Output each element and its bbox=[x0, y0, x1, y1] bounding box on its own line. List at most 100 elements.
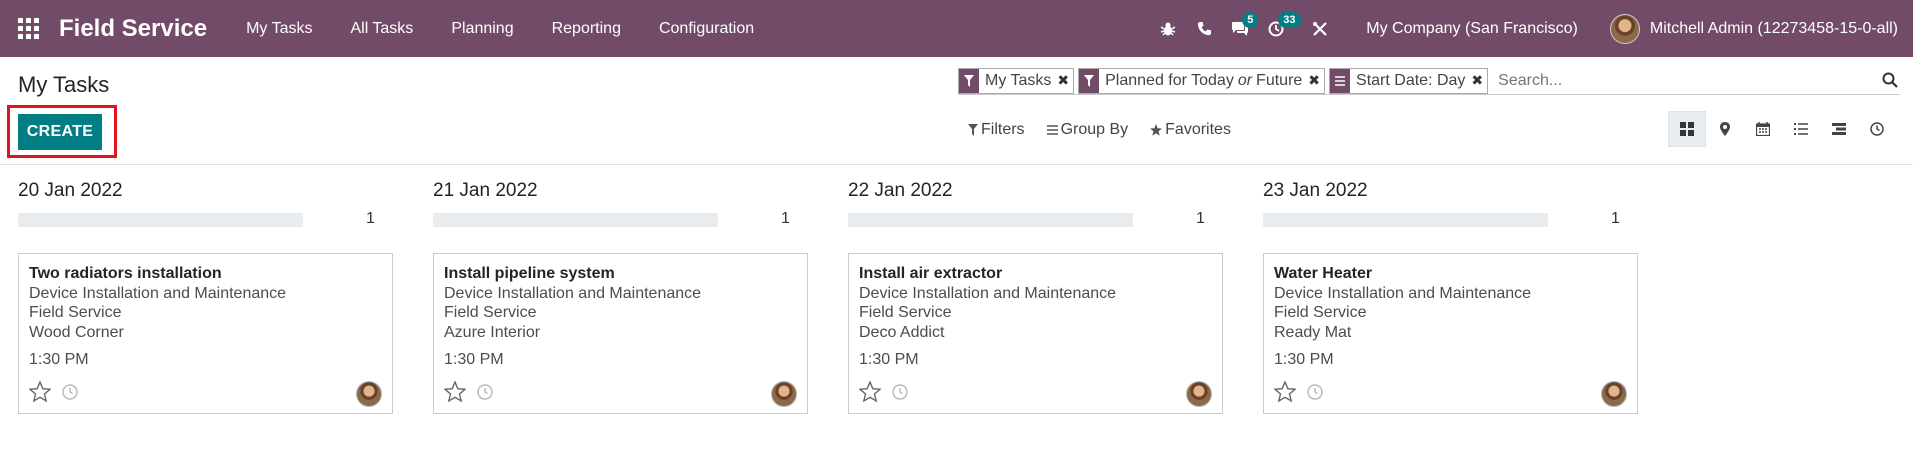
favorites-label: Favorites bbox=[1165, 121, 1231, 138]
filter-icon bbox=[959, 68, 979, 93]
column-title[interactable]: 20 Jan 2022 bbox=[18, 180, 123, 202]
card-service: Field Service bbox=[859, 304, 952, 321]
messages-badge: 5 bbox=[1242, 12, 1259, 28]
activity-clock-icon[interactable] bbox=[477, 384, 493, 405]
card-time: 1:30 PM bbox=[1274, 351, 1334, 368]
card-time: 1:30 PM bbox=[29, 351, 89, 368]
column-progress-bar[interactable] bbox=[1263, 213, 1548, 227]
card-project: Device Installation and Maintenance bbox=[859, 285, 1117, 302]
search-icon[interactable] bbox=[1882, 72, 1898, 93]
user-name: Mitchell Admin (12273458-15-0-all) bbox=[1649, 19, 1898, 37]
menu-configuration[interactable]: Configuration bbox=[640, 20, 773, 38]
search-bar: My Tasks ✖ Planned for Today or Future ✖… bbox=[958, 67, 1900, 95]
control-panel: My Tasks CREATE My Tasks ✖ Planned for T… bbox=[0, 57, 1913, 165]
menu-all-tasks[interactable]: All Tasks bbox=[331, 20, 432, 38]
card-project: Device Installation and Maintenance bbox=[1274, 285, 1532, 302]
list-view-icon[interactable] bbox=[1782, 111, 1820, 147]
top-navbar: Field Service My Tasks All Tasks Plannin… bbox=[0, 0, 1913, 57]
column-count: 1 bbox=[366, 210, 375, 227]
main-menu: My Tasks All Tasks Planning Reporting Co… bbox=[227, 20, 773, 38]
search-input[interactable] bbox=[1492, 68, 1900, 93]
favorites-dropdown[interactable]: Favorites bbox=[1150, 121, 1231, 139]
column-count: 1 bbox=[1196, 210, 1205, 227]
assignee-avatar[interactable] bbox=[1601, 381, 1627, 407]
map-pin-icon[interactable] bbox=[1706, 111, 1744, 147]
card-customer: Deco Addict bbox=[859, 324, 945, 341]
star-icon[interactable] bbox=[443, 380, 467, 407]
activities-badge: 33 bbox=[1278, 12, 1301, 28]
menu-reporting[interactable]: Reporting bbox=[533, 20, 640, 38]
bug-icon[interactable] bbox=[1150, 0, 1186, 57]
activity-clock-icon[interactable] bbox=[1307, 384, 1323, 405]
card-title: Two radiators installation bbox=[29, 265, 222, 282]
apps-grid-icon[interactable] bbox=[17, 18, 39, 40]
group-by-icon bbox=[1330, 68, 1351, 93]
clock-icon[interactable]: 33 bbox=[1258, 0, 1301, 57]
column-title[interactable]: 21 Jan 2022 bbox=[433, 180, 538, 202]
card-title: Install pipeline system bbox=[444, 265, 615, 282]
activity-view-icon[interactable] bbox=[1858, 111, 1896, 147]
star-icon bbox=[1150, 124, 1163, 136]
activity-clock-icon[interactable] bbox=[62, 384, 78, 405]
filters-dropdown[interactable]: Filters bbox=[968, 121, 1025, 139]
facet-label-part: Planned for Today bbox=[1105, 71, 1234, 89]
activity-clock-icon[interactable] bbox=[892, 384, 908, 405]
assignee-avatar[interactable] bbox=[1186, 381, 1212, 407]
search-options: Filters Group By Favorites bbox=[968, 121, 1253, 139]
filters-label: Filters bbox=[981, 121, 1025, 138]
column-progress-bar[interactable] bbox=[848, 213, 1133, 227]
facet-label: Start Date: Day bbox=[1356, 71, 1466, 89]
menu-planning[interactable]: Planning bbox=[432, 20, 532, 38]
close-icon[interactable] bbox=[1302, 0, 1338, 57]
group-by-dropdown[interactable]: Group By bbox=[1046, 121, 1128, 139]
kanban-card[interactable]: Two radiators installation Device Instal… bbox=[18, 253, 393, 414]
gantt-view-icon[interactable] bbox=[1820, 111, 1858, 147]
chat-icon[interactable]: 5 bbox=[1222, 0, 1259, 57]
facet-remove-icon[interactable]: ✖ bbox=[1057, 69, 1073, 93]
column-title[interactable]: 22 Jan 2022 bbox=[848, 180, 953, 202]
kanban-view-icon[interactable] bbox=[1668, 111, 1706, 147]
facet-label-or: or bbox=[1237, 71, 1253, 89]
facet-remove-icon[interactable]: ✖ bbox=[1471, 69, 1487, 93]
card-title: Water Heater bbox=[1274, 265, 1373, 282]
card-service: Field Service bbox=[1274, 304, 1367, 321]
facet-my-tasks: My Tasks ✖ bbox=[958, 67, 1075, 94]
assignee-avatar[interactable] bbox=[771, 381, 797, 407]
kanban-card[interactable]: Install pipeline system Device Installat… bbox=[433, 253, 808, 414]
card-service: Field Service bbox=[444, 304, 537, 321]
card-time: 1:30 PM bbox=[859, 351, 919, 368]
navbar-systray: 5 33 My Company (San Francisco) Mitchell… bbox=[1150, 0, 1913, 57]
page-title: My Tasks bbox=[18, 72, 110, 97]
assignee-avatar[interactable] bbox=[356, 381, 382, 407]
app-brand[interactable]: Field Service bbox=[59, 15, 207, 43]
phone-icon[interactable] bbox=[1186, 0, 1222, 57]
facet-label: Planned for Today or Future bbox=[1099, 69, 1308, 93]
facet-planned: Planned for Today or Future ✖ bbox=[1078, 67, 1326, 94]
column-title[interactable]: 23 Jan 2022 bbox=[1263, 180, 1368, 202]
company-switcher[interactable]: My Company (San Francisco) bbox=[1366, 20, 1578, 38]
kanban-card[interactable]: Water Heater Device Installation and Mai… bbox=[1263, 253, 1638, 414]
star-icon[interactable] bbox=[858, 380, 882, 407]
facet-start-date: Start Date: Day ✖ bbox=[1329, 67, 1489, 94]
card-customer: Wood Corner bbox=[29, 324, 124, 341]
facet-remove-icon[interactable]: ✖ bbox=[1308, 69, 1324, 93]
view-switcher bbox=[1668, 111, 1896, 147]
create-button[interactable]: CREATE bbox=[18, 114, 102, 150]
card-service: Field Service bbox=[29, 304, 122, 321]
menu-my-tasks[interactable]: My Tasks bbox=[227, 20, 331, 38]
column-progress-bar[interactable] bbox=[18, 213, 303, 227]
kanban-card[interactable]: Install air extractor Device Installatio… bbox=[848, 253, 1223, 414]
filter-icon bbox=[1079, 68, 1100, 93]
star-icon[interactable] bbox=[1273, 380, 1297, 407]
filter-icon bbox=[968, 124, 978, 136]
card-customer: Ready Mat bbox=[1274, 324, 1352, 341]
card-project: Device Installation and Maintenance bbox=[444, 285, 702, 302]
facet-label: My Tasks bbox=[985, 71, 1052, 89]
calendar-icon[interactable] bbox=[1744, 111, 1782, 147]
column-count: 1 bbox=[781, 210, 790, 227]
kanban-board: 20 Jan 2022 1 Two radiators installation… bbox=[0, 166, 1913, 461]
user-menu[interactable]: Mitchell Admin (12273458-15-0-all) bbox=[1609, 13, 1898, 44]
card-title: Install air extractor bbox=[859, 265, 1003, 282]
column-progress-bar[interactable] bbox=[433, 213, 718, 227]
star-icon[interactable] bbox=[28, 380, 52, 407]
